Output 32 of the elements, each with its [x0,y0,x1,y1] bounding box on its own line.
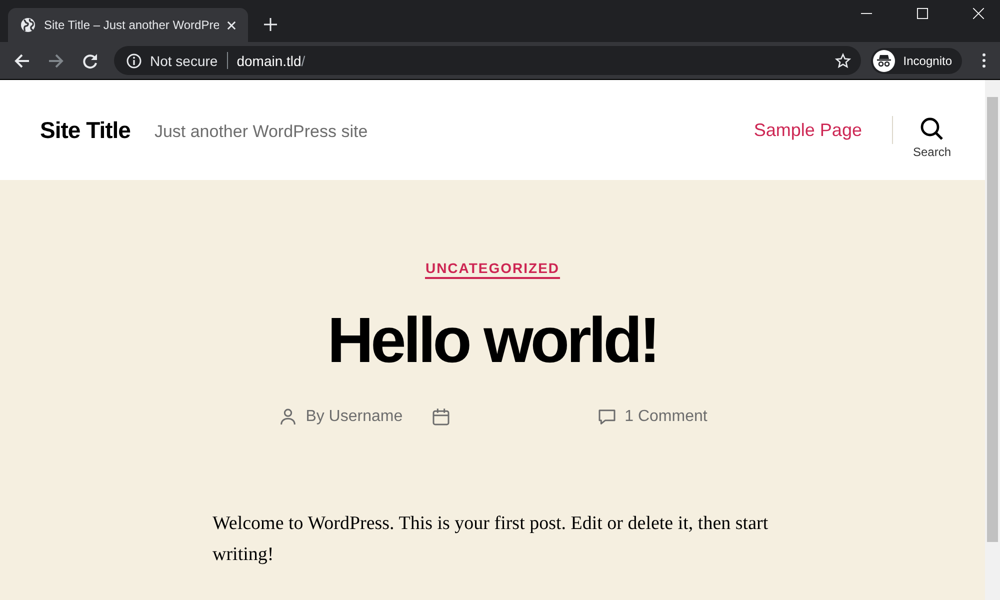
incognito-icon [873,50,896,72]
category-link[interactable]: UNCATEGORIZED [425,260,560,279]
site-tagline: Just another WordPress site [154,122,368,142]
site-title[interactable]: Site Title [40,116,130,144]
menu-icon[interactable] [982,53,986,68]
post-title: Hello world! [327,305,658,376]
back-arrow-icon[interactable] [14,52,30,68]
search-button[interactable]: Search [912,117,951,159]
address-bar[interactable]: Not secure domain.tld/ [114,46,862,75]
security-label: Not secure [150,52,218,68]
tab-title: Site Title – Just another WordPre [44,18,219,32]
url-path: / [301,52,306,68]
person-icon [278,407,298,428]
menu-link[interactable]: Sample Page [754,120,862,140]
author-link[interactable]: By Username [306,408,403,426]
reload-icon[interactable] [82,52,98,68]
close-icon[interactable] [227,20,236,30]
browser-tab[interactable]: Site Title – Just another WordPre [8,8,248,42]
comments-link[interactable]: 1 Comment [624,408,708,426]
new-tab-icon[interactable] [264,18,277,31]
calendar-icon [430,407,451,428]
maximize-icon[interactable] [917,8,928,19]
info-icon[interactable] [126,52,142,68]
search-icon [920,117,944,141]
post-paragraph: Welcome to WordPress. This is your first post. Edit or delete it, then start writing! [212,512,770,567]
forward-arrow-icon[interactable] [48,52,64,68]
star-icon[interactable] [835,52,852,68]
url-host: domain.tld [236,52,302,68]
scrollbar-thumb[interactable] [987,97,998,542]
globe-icon [20,17,36,33]
incognito-button[interactable]: Incognito [871,48,962,74]
speech-bubble-icon [596,407,617,428]
